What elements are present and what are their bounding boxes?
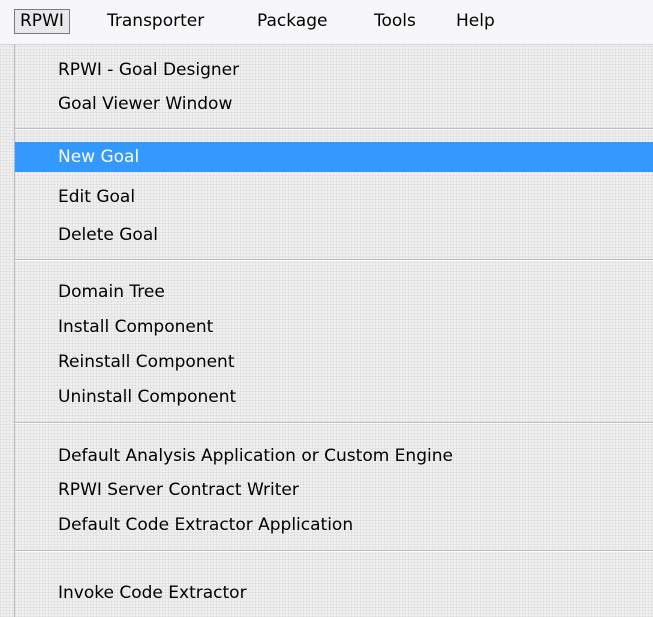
menu-item-edit-goal[interactable]: Edit Goal [15,182,653,212]
menu-tools[interactable]: Tools [369,9,421,34]
menu-item-invoke-code-extractor[interactable]: Invoke Code Extractor [15,578,653,608]
menu-item-default-code-extractor-application[interactable]: Default Code Extractor Application [15,510,653,540]
menu-help[interactable]: Help [451,9,500,34]
menu-item-domain-tree[interactable]: Domain Tree [15,277,653,307]
menu-package[interactable]: Package [252,9,332,34]
menu-item-rpwi-goal-designer[interactable]: RPWI - Goal Designer [15,55,653,85]
rpwi-dropdown-menu: RPWI - Goal Designer Goal Viewer Window … [14,44,653,617]
menu-item-delete-goal[interactable]: Delete Goal [15,220,653,250]
menu-item-install-component[interactable]: Install Component [15,312,653,342]
menu-item-default-analysis-application[interactable]: Default Analysis Application or Custom E… [15,441,653,471]
menu-transporter[interactable]: Transporter [102,9,209,34]
menu-rpwi[interactable]: RPWI [14,9,70,34]
menu-separator [15,550,653,552]
menu-item-new-goal[interactable]: New Goal [15,142,653,172]
menu-item-reinstall-component[interactable]: Reinstall Component [15,347,653,377]
menu-item-uninstall-component[interactable]: Uninstall Component [15,382,653,412]
menu-bar: RPWI Transporter Package Tools Help [0,0,653,45]
menu-item-rpwi-server-contract-writer[interactable]: RPWI Server Contract Writer [15,475,653,505]
menu-separator [15,128,653,130]
menu-separator [15,422,653,424]
menu-item-goal-viewer-window[interactable]: Goal Viewer Window [15,89,653,119]
menu-separator [15,259,653,261]
